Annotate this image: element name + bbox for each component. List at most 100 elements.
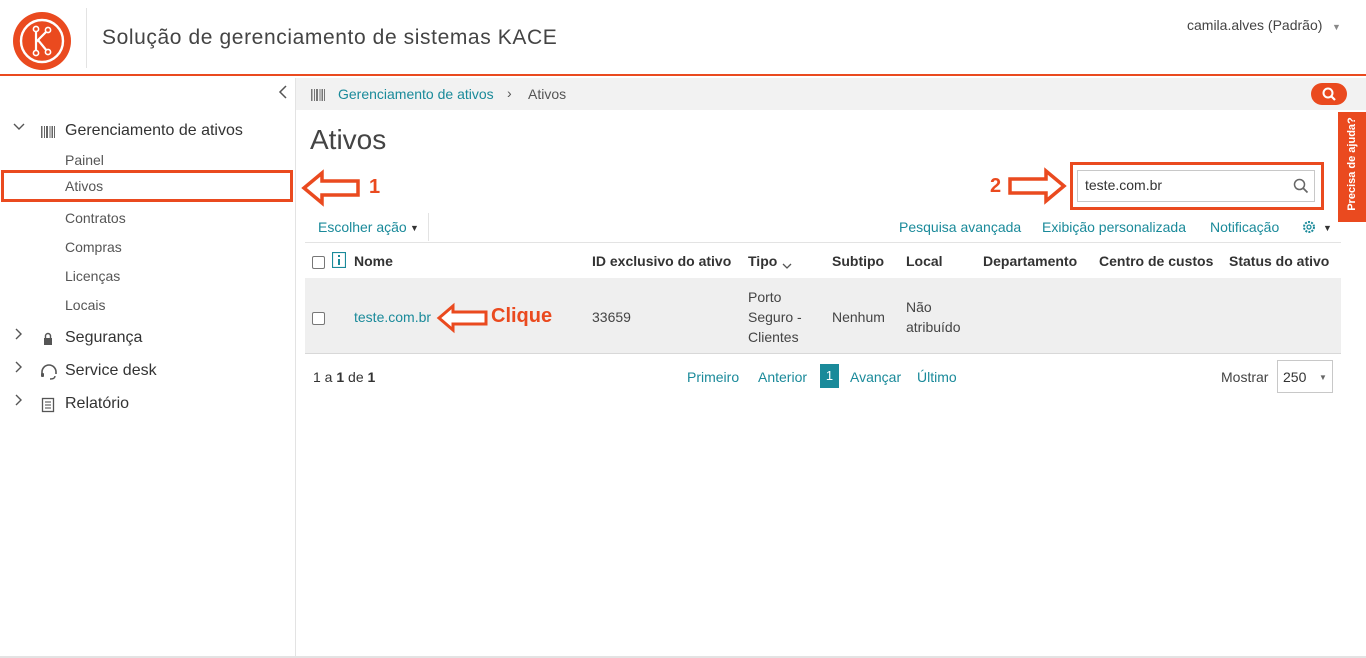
breadcrumb-current: Ativos	[528, 86, 567, 102]
type-cell-line: Clientes	[748, 329, 799, 345]
page-title: Ativos	[310, 124, 387, 155]
pager-info-total: 1	[367, 369, 376, 385]
pager-first-link[interactable]: Primeiro	[687, 369, 739, 385]
user-menu-caret-icon[interactable]: ▼	[1332, 22, 1341, 32]
custom-view-link[interactable]: Exibição personalizada	[1042, 219, 1186, 235]
sidebar-section-service-desk[interactable]: Service desk	[0, 358, 296, 386]
barcode-icon	[40, 124, 56, 140]
asset-name-link[interactable]: teste.com.br	[354, 307, 431, 327]
caret-down-icon[interactable]: ▼	[1323, 223, 1332, 233]
chevron-right-icon[interactable]	[12, 360, 26, 374]
location-cell: Não atribuído	[906, 297, 960, 337]
sidebar-item-compras[interactable]: Compras	[0, 235, 296, 261]
collapse-sidebar-icon[interactable]	[278, 84, 288, 105]
help-tab[interactable]: Precisa de ajuda?	[1338, 112, 1366, 222]
table-header: Nome ID exclusivo do ativo Tipo Subtipo …	[305, 242, 1341, 278]
page-size-select[interactable]: 250 ▼	[1277, 360, 1333, 393]
gear-icon[interactable]	[1302, 220, 1316, 239]
sidebar-section-label: Gerenciamento de ativos	[65, 122, 243, 139]
search-icon[interactable]	[1293, 178, 1309, 199]
location-cell-line: atribuído	[906, 319, 961, 335]
column-header-cost-center[interactable]: Centro de custos	[1099, 253, 1213, 269]
sidebar-item-label: Contratos	[65, 210, 126, 226]
type-cell-line: Seguro -	[748, 309, 802, 325]
click-instruction-label: Clique	[491, 305, 553, 327]
chevron-right-icon[interactable]	[12, 393, 26, 407]
pager-current-page[interactable]: 1	[820, 364, 839, 388]
location-cell-line: Não	[906, 299, 932, 315]
breadcrumb: Gerenciamento de ativos › Ativos	[296, 78, 1366, 110]
advanced-search-link[interactable]: Pesquisa avançada	[899, 219, 1021, 235]
select-all-checkbox[interactable]	[312, 256, 325, 269]
sidebar-item-licencas[interactable]: Licenças	[0, 264, 296, 290]
kace-logo[interactable]	[13, 12, 71, 70]
row-checkbox[interactable]	[312, 312, 325, 325]
pager-previous-link[interactable]: Anterior	[758, 369, 807, 385]
pager-info-text: a	[320, 369, 337, 385]
arrow-left-annotation-1	[301, 169, 360, 207]
chevron-right-icon[interactable]	[12, 327, 26, 341]
chevron-down-icon[interactable]	[12, 120, 26, 134]
sidebar-item-label: Compras	[65, 239, 122, 255]
pager-last-link[interactable]: Último	[917, 369, 957, 385]
sidebar-section-asset-management[interactable]: Gerenciamento de ativos	[0, 118, 296, 146]
breadcrumb-link-asset-management[interactable]: Gerenciamento de ativos	[338, 86, 494, 102]
caret-down-icon[interactable]: ▼	[410, 223, 419, 233]
help-tab-label: Precisa de ajuda?	[1346, 117, 1358, 211]
arrow-right-annotation-2	[1008, 167, 1067, 205]
asset-id-cell: 33659	[592, 309, 631, 325]
pager-info-end: 1	[336, 369, 345, 385]
caret-down-icon: ▼	[1319, 373, 1327, 382]
sidebar-section-label: Service desk	[65, 362, 157, 379]
sidebar-item-ativos[interactable]: Ativos	[1, 170, 293, 202]
sidebar-item-label: Ativos	[65, 178, 104, 194]
report-icon	[40, 397, 56, 413]
arrow-left-annotation-click	[436, 302, 488, 334]
choose-action-dropdown[interactable]: Escolher ação	[318, 219, 407, 235]
sidebar-section-label: Relatório	[65, 395, 130, 412]
user-menu[interactable]: camila.alves (Padrão)	[1187, 17, 1322, 33]
sidebar-item-locais[interactable]: Locais	[0, 293, 296, 319]
type-cell-line: Porto	[748, 289, 782, 305]
breadcrumb-separator: ›	[507, 85, 512, 101]
barcode-icon	[311, 88, 327, 106]
headset-icon	[40, 364, 57, 380]
pager-info: 1 a 1 de 1	[313, 369, 375, 385]
column-chooser-icon[interactable]	[331, 251, 347, 273]
pager-next-link[interactable]: Avançar	[850, 369, 901, 385]
header-divider	[86, 8, 87, 68]
step-1-label: 1	[369, 176, 381, 198]
type-cell: Porto Seguro - Clientes	[748, 287, 802, 347]
sidebar-section-label: Segurança	[65, 329, 143, 346]
lock-icon	[40, 331, 56, 347]
step-2-label: 2	[990, 175, 1002, 197]
global-search-button[interactable]	[1311, 83, 1347, 105]
pager-info-start: 1	[313, 369, 321, 385]
sidebar-item-label: Painel	[65, 152, 104, 168]
sidebar-item-label: Licenças	[65, 268, 121, 284]
sidebar-section-security[interactable]: Segurança	[0, 325, 296, 353]
column-header-type[interactable]: Tipo	[748, 253, 777, 269]
page-size-label: Mostrar	[1221, 369, 1269, 385]
subtype-cell: Nenhum	[832, 309, 885, 325]
sidebar-item-contratos[interactable]: Contratos	[0, 206, 296, 232]
column-header-department[interactable]: Departamento	[983, 253, 1077, 269]
sidebar-item-label: Locais	[65, 297, 106, 313]
column-header-asset-id[interactable]: ID exclusivo do ativo	[592, 253, 731, 269]
column-header-name[interactable]: Nome	[354, 253, 393, 269]
pager-info-text: de	[344, 369, 368, 385]
search-input[interactable]	[1085, 177, 1285, 193]
column-header-location[interactable]: Local	[906, 253, 943, 269]
kace-logo-icon	[19, 18, 65, 64]
asset-search-field[interactable]	[1077, 170, 1315, 202]
column-header-subtype[interactable]: Subtipo	[832, 253, 884, 269]
sidebar-section-reports[interactable]: Relatório	[0, 391, 296, 419]
page-size-value: 250	[1283, 369, 1307, 385]
notification-link[interactable]: Notificação	[1210, 219, 1279, 235]
sidebar: Gerenciamento de ativos Painel Ativos Co…	[0, 78, 296, 658]
toolbar-divider	[428, 213, 429, 241]
app-title: Solução de gerenciamento de sistemas KAC…	[102, 26, 558, 49]
app-header: Solução de gerenciamento de sistemas KAC…	[0, 0, 1366, 76]
sort-chevron-icon[interactable]	[782, 257, 792, 275]
column-header-asset-status[interactable]: Status do ativo	[1229, 253, 1329, 269]
